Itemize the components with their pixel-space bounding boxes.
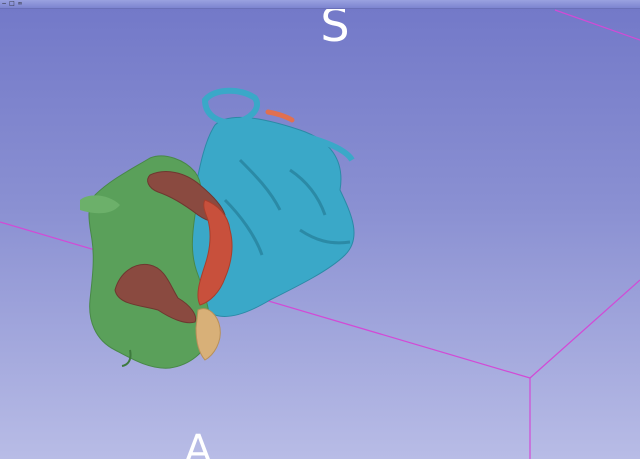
- bbox-edge: [529, 279, 640, 379]
- view-controller-bar[interactable]: − □ ∞: [0, 0, 640, 9]
- pin-icon[interactable]: −: [1, 1, 7, 7]
- 3d-viewport[interactable]: − □ ∞ S A: [0, 0, 640, 459]
- segment-orange[interactable]: [265, 109, 295, 123]
- segment-tan[interactable]: [195, 308, 221, 361]
- maximize-icon[interactable]: □: [9, 1, 15, 7]
- link-icon[interactable]: ∞: [17, 1, 23, 7]
- bbox-edge: [554, 9, 640, 41]
- 3d-render-scene[interactable]: [0, 0, 640, 459]
- orientation-label-anterior: A: [184, 427, 212, 459]
